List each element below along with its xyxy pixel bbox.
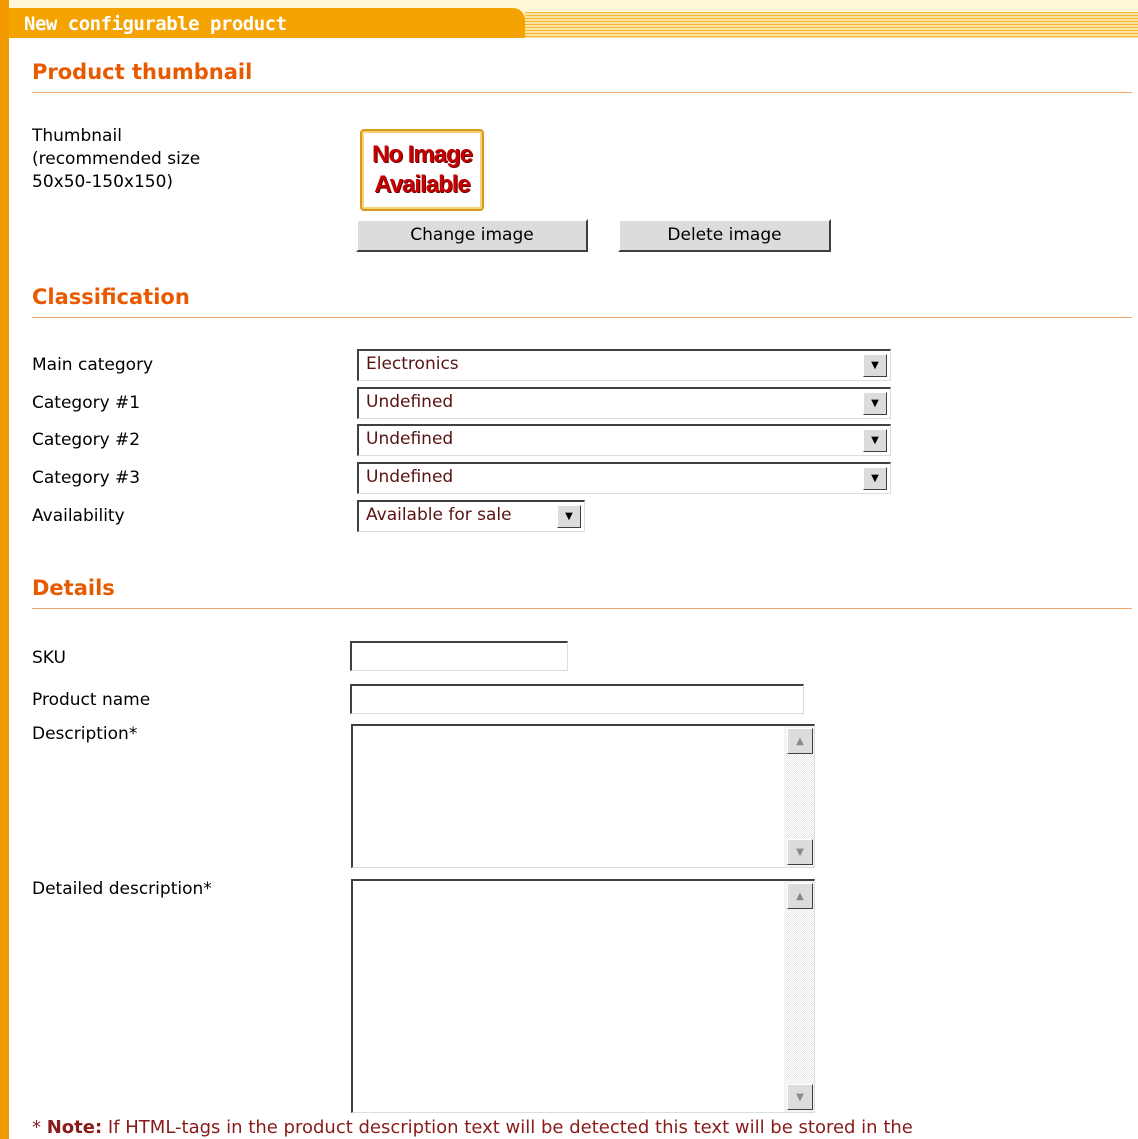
product-name-input[interactable]: [350, 684, 804, 714]
sku-label: SKU: [32, 648, 66, 668]
main-category-select[interactable]: Electronics ▼: [357, 349, 891, 381]
main-category-label: Main category: [32, 355, 154, 375]
product-name-label: Product name: [32, 690, 151, 710]
note-bold-label: Note:: [46, 1117, 103, 1138]
category1-value: Undefined: [366, 392, 454, 412]
detailed-description-textarea[interactable]: ▲ ▼: [351, 879, 815, 1113]
section-title-thumbnail: Product thumbnail: [32, 60, 253, 84]
dropdown-arrow-icon[interactable]: ▼: [863, 467, 887, 490]
detailed-description-scrollbar[interactable]: ▲ ▼: [784, 881, 814, 1112]
availability-select[interactable]: Available for sale ▼: [357, 500, 585, 532]
scroll-up-icon[interactable]: ▲: [787, 728, 813, 754]
description-label: Description*: [32, 724, 138, 744]
section-title-classification: Classification: [32, 285, 190, 309]
category2-label: Category #2: [32, 430, 141, 450]
change-image-button[interactable]: Change image: [356, 219, 588, 252]
section-title-details: Details: [32, 576, 115, 600]
dropdown-arrow-icon[interactable]: ▼: [557, 505, 581, 528]
detailed-description-label: Detailed description*: [32, 879, 212, 899]
thumbnail-label-line: (recommended size: [32, 149, 201, 169]
dropdown-arrow-icon[interactable]: ▼: [863, 429, 887, 452]
section-divider: [32, 92, 1132, 93]
note-text: If HTML-tags in the product description …: [102, 1117, 913, 1138]
availability-value: Available for sale: [366, 505, 512, 525]
sku-input[interactable]: [350, 641, 568, 671]
category3-label: Category #3: [32, 468, 141, 488]
html-tags-note: * Note: If HTML-tags in the product desc…: [32, 1117, 913, 1138]
availability-label: Availability: [32, 506, 125, 526]
note-prefix: *: [32, 1117, 47, 1138]
category3-value: Undefined: [366, 467, 454, 487]
dropdown-arrow-icon[interactable]: ▼: [863, 392, 887, 415]
section-divider: [32, 608, 1132, 609]
thumbnail-label-line: Thumbnail: [32, 126, 122, 146]
section-divider: [32, 317, 1132, 318]
category1-label: Category #1: [32, 393, 141, 413]
scroll-down-icon[interactable]: ▼: [787, 1084, 813, 1110]
category2-value: Undefined: [366, 429, 454, 449]
dropdown-arrow-icon[interactable]: ▼: [863, 354, 887, 377]
available-text: Available: [374, 171, 470, 198]
scroll-down-icon[interactable]: ▼: [787, 839, 813, 865]
thumbnail-label: Thumbnail (recommended size 50x50-150x15…: [32, 125, 292, 194]
no-image-text: No Image: [371, 141, 473, 168]
no-image-placeholder: No Image Available: [360, 129, 484, 211]
description-scrollbar[interactable]: ▲ ▼: [784, 726, 814, 867]
category3-select[interactable]: Undefined ▼: [357, 462, 891, 494]
header-stripes: [525, 12, 1138, 38]
thumbnail-label-line: 50x50-150x150): [32, 172, 174, 192]
main-category-value: Electronics: [366, 354, 459, 374]
category2-select[interactable]: Undefined ▼: [357, 424, 891, 456]
page-title: New configurable product: [24, 13, 287, 35]
left-border: [0, 0, 9, 1139]
delete-image-button[interactable]: Delete image: [618, 219, 831, 252]
category1-select[interactable]: Undefined ▼: [357, 387, 891, 419]
scroll-up-icon[interactable]: ▲: [787, 883, 813, 909]
description-textarea[interactable]: ▲ ▼: [351, 724, 815, 868]
